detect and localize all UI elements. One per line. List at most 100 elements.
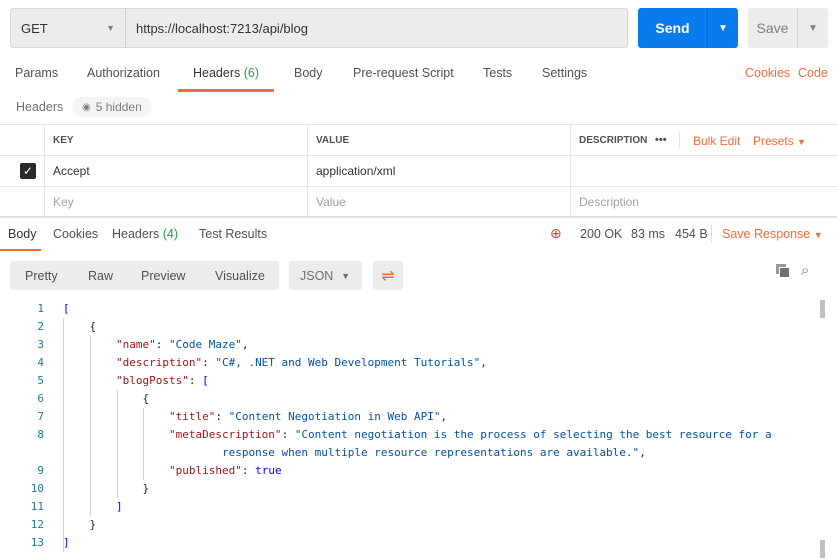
scrollbar-thumb-bottom[interactable] bbox=[820, 540, 825, 558]
scrollbar-thumb[interactable] bbox=[820, 300, 825, 318]
line-number: 9 bbox=[37, 464, 44, 477]
divider bbox=[711, 225, 712, 243]
copy-icon[interactable] bbox=[776, 264, 790, 278]
header-description-cell[interactable] bbox=[570, 155, 837, 187]
send-dropdown-icon[interactable]: ▼ bbox=[708, 8, 738, 48]
presets-dropdown[interactable]: Presets ▼ bbox=[753, 134, 806, 148]
format-select[interactable]: JSON ▼ bbox=[289, 261, 362, 290]
url-input[interactable]: https://localhost:7213/api/blog bbox=[125, 8, 628, 48]
tab-pre-request-script[interactable]: Pre-request Script bbox=[353, 66, 454, 80]
response-time: 83 ms bbox=[631, 227, 666, 241]
new-key-input[interactable]: Key bbox=[44, 186, 308, 218]
search-icon[interactable]: ⌕ bbox=[801, 262, 809, 279]
tab-settings[interactable]: Settings bbox=[542, 66, 587, 80]
response-tab-cookies[interactable]: Cookies bbox=[53, 227, 98, 241]
code-line: "name": "Code Maze", bbox=[115, 338, 249, 351]
chevron-down-icon: ▼ bbox=[106, 23, 115, 33]
hidden-count: 5 hidden bbox=[95, 100, 142, 114]
response-size: 454 B bbox=[675, 227, 708, 241]
table-row-empty: Key Value Description bbox=[0, 186, 837, 218]
code-line: "blogPosts": [ bbox=[115, 374, 209, 387]
line-number: 4 bbox=[37, 356, 44, 369]
description-column-header: DESCRIPTION ••• Bulk Edit Presets ▼ bbox=[570, 124, 837, 156]
code-line: "title": "Content Negotiation in Web API… bbox=[168, 410, 448, 423]
globe-warning-icon[interactable]: ⊕ bbox=[550, 225, 562, 242]
new-value-input[interactable]: Value bbox=[307, 186, 571, 218]
tab-headers[interactable]: Headers (6) bbox=[177, 66, 275, 92]
bulk-edit-link[interactable]: Bulk Edit bbox=[693, 134, 740, 148]
view-mode-selector: Pretty Raw Preview Visualize bbox=[10, 261, 279, 290]
response-tabs: Body Cookies Headers (4) Test Results ⊕ … bbox=[0, 216, 837, 251]
line-number: 6 bbox=[37, 392, 44, 405]
value-column-header: VALUE bbox=[307, 124, 571, 156]
line-number: 3 bbox=[37, 338, 44, 351]
code-line: ] bbox=[115, 500, 123, 513]
code-line: "metaDescription": "Content negotiation … bbox=[168, 428, 772, 441]
response-tab-body[interactable]: Body bbox=[0, 227, 40, 251]
headers-table: KEY VALUE DESCRIPTION ••• Bulk Edit Pres… bbox=[0, 124, 837, 218]
wrap-lines-icon[interactable]: ⇌ bbox=[373, 261, 403, 290]
row-checkbox[interactable]: ✓ bbox=[20, 163, 36, 179]
headers-label: Headers bbox=[16, 100, 64, 114]
code-line: { bbox=[63, 392, 150, 405]
code-line: response when multiple resource represen… bbox=[221, 446, 646, 459]
more-options-icon[interactable]: ••• bbox=[655, 134, 667, 146]
presets-label: Presets bbox=[753, 134, 794, 148]
view-pretty[interactable]: Pretty bbox=[25, 269, 58, 283]
tab-authorization[interactable]: Authorization bbox=[87, 66, 160, 80]
save-button-group[interactable]: Save ▼ bbox=[748, 8, 828, 48]
divider bbox=[679, 131, 680, 149]
table-row: ✓ Accept application/xml bbox=[0, 155, 837, 187]
response-tab-headers[interactable]: Headers (4) bbox=[112, 227, 178, 241]
chevron-down-icon: ▼ bbox=[813, 230, 823, 240]
tab-headers-count: (6) bbox=[243, 66, 260, 80]
line-number: 10 bbox=[30, 482, 44, 495]
request-tabs: Params Authorization Headers (6) Body Pr… bbox=[0, 66, 837, 92]
code-link[interactable]: Code bbox=[798, 66, 828, 80]
response-headers-count: (4) bbox=[162, 227, 179, 241]
header-value-cell[interactable]: application/xml bbox=[307, 155, 571, 187]
cookies-link[interactable]: Cookies bbox=[745, 66, 790, 80]
line-number: 5 bbox=[37, 374, 44, 387]
line-number: 2 bbox=[37, 320, 44, 333]
line-number: 1 bbox=[37, 302, 44, 315]
method-value: GET bbox=[21, 20, 48, 36]
line-number: 7 bbox=[37, 410, 44, 423]
chevron-down-icon: ▼ bbox=[341, 270, 350, 281]
key-column-header: KEY bbox=[44, 124, 308, 156]
code-line: } bbox=[63, 518, 97, 531]
view-preview[interactable]: Preview bbox=[141, 269, 185, 283]
line-number: 11 bbox=[30, 500, 44, 513]
code-line: [ bbox=[63, 302, 70, 315]
line-number: 13 bbox=[30, 536, 44, 549]
response-headers-label: Headers bbox=[112, 227, 160, 241]
code-line: "description": "C#, .NET and Web Develop… bbox=[115, 356, 487, 369]
method-select[interactable]: GET ▼ bbox=[10, 8, 126, 48]
save-dropdown-icon[interactable]: ▼ bbox=[798, 8, 828, 48]
view-raw[interactable]: Raw bbox=[88, 269, 113, 283]
view-visualize[interactable]: Visualize bbox=[215, 269, 265, 283]
tab-tests[interactable]: Tests bbox=[483, 66, 512, 80]
hidden-headers-toggle[interactable]: ◉ 5 hidden bbox=[72, 97, 152, 117]
table-header-row: KEY VALUE DESCRIPTION ••• Bulk Edit Pres… bbox=[0, 124, 837, 156]
line-number: 12 bbox=[30, 518, 44, 531]
chevron-down-icon: ▼ bbox=[797, 137, 806, 147]
header-key-cell[interactable]: Accept bbox=[44, 155, 308, 187]
line-number: 8 bbox=[37, 428, 44, 441]
response-tab-test-results[interactable]: Test Results bbox=[199, 227, 267, 241]
format-value: JSON bbox=[300, 268, 334, 283]
save-response-button[interactable]: Save Response ▼ bbox=[722, 227, 823, 241]
tab-body[interactable]: Body bbox=[294, 66, 323, 80]
code-line: "published": true bbox=[168, 464, 282, 477]
code-line: ] bbox=[63, 536, 70, 549]
new-description-input[interactable]: Description bbox=[570, 186, 837, 218]
tab-headers-label: Headers bbox=[193, 66, 241, 80]
tab-params[interactable]: Params bbox=[15, 66, 58, 80]
status-code: 200 OK bbox=[580, 227, 623, 241]
description-label: DESCRIPTION bbox=[579, 134, 648, 146]
code-line: { bbox=[63, 320, 97, 333]
send-button[interactable]: Send bbox=[638, 8, 708, 48]
save-button[interactable]: Save bbox=[748, 8, 798, 48]
send-button-group[interactable]: Send ▼ bbox=[638, 8, 738, 48]
code-line: } bbox=[63, 482, 150, 495]
